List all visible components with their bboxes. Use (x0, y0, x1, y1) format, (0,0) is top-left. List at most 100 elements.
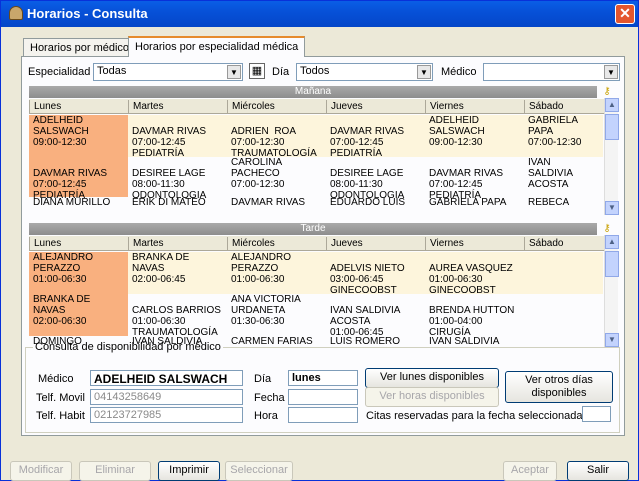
schedule-cell[interactable]: BRENDA HUTTON 01:00-04:00 CIRUGÍA (425, 294, 524, 338)
schedule-cell[interactable]: EDUARDO LUIS (326, 197, 425, 217)
fecha-field[interactable] (288, 389, 358, 405)
column-header-4[interactable]: Viernes (425, 100, 524, 113)
column-header-5[interactable]: Sábado (524, 237, 597, 250)
doctor-icon (9, 6, 23, 20)
schedule-cell[interactable] (524, 336, 597, 356)
column-header-2[interactable]: Miércoles (227, 237, 326, 250)
manana-band: Mañana (29, 86, 597, 98)
column-header-2[interactable]: Miércoles (227, 100, 326, 113)
schedule-cell[interactable]: DOMINGO (29, 336, 128, 356)
eliminar-button[interactable]: Eliminar (79, 461, 151, 481)
schedule-cell[interactable]: CARLOS BARRIOS 01:00-06:30 TRAUMATOLOGÍA (128, 294, 227, 338)
movil-label: Telf. Movil (36, 392, 85, 404)
fecha-label: Fecha (254, 392, 285, 404)
schedule-cell[interactable]: REBECA (524, 197, 597, 217)
habit-label: Telf. Habit (36, 410, 85, 422)
tab-horarios-por-medico[interactable]: Horarios por médico (23, 38, 137, 56)
schedule-cell[interactable]: LUIS ROMERO (326, 336, 425, 356)
schedule-cell[interactable]: DESIREE LAGE 08:00-11:30 ODONTOLOGIA (326, 157, 425, 201)
especialidad-label: Especialidad (28, 66, 91, 78)
schedule-cell[interactable]: GABRIELA PAPA (425, 197, 524, 217)
movil-field[interactable]: 04143258649 (90, 389, 243, 405)
schedule-cell[interactable]: ADELHEID SALSWACH 09:00-12:30 (29, 115, 128, 157)
dia-field[interactable]: lunes (288, 370, 358, 386)
column-header-0[interactable]: Lunes (29, 100, 128, 113)
column-header-3[interactable]: Jueves (326, 100, 425, 113)
schedule-cell[interactable]: ADELHEID SALSWACH 09:00-12:30 (425, 115, 524, 157)
schedule-cell[interactable]: DIANA MURILLO (29, 197, 128, 217)
chevron-down-icon[interactable]: ▼ (227, 65, 241, 79)
schedule-cell[interactable]: DAVMAR RIVAS 07:00-12:45 PEDIATRÍA (128, 115, 227, 159)
ver-otros-dias-button[interactable]: Ver otros días disponibles (505, 371, 613, 403)
schedule-cell[interactable]: CARMEN FARIAS (227, 336, 326, 356)
citas-field[interactable] (582, 406, 611, 422)
schedule-cell[interactable]: ALEJANDRO PERAZZO 01:00-06:30 (29, 252, 128, 294)
ver-lunes-button[interactable]: Ver lunes disponibles (365, 368, 499, 388)
schedule-cell[interactable] (524, 294, 597, 336)
scroll-thumb[interactable] (605, 114, 619, 140)
close-button[interactable]: ✕ (615, 4, 635, 24)
dia-value: Todos (300, 65, 330, 77)
column-header-1[interactable]: Martes (128, 100, 227, 113)
modificar-button[interactable]: Modificar (10, 461, 72, 481)
schedule-cell[interactable]: IVAN SALDIVIA (128, 336, 227, 356)
hora-label: Hora (254, 410, 278, 422)
tarde-band: Tarde (29, 223, 597, 235)
medico-field[interactable]: ADELHEID SALSWACH (90, 370, 243, 386)
schedule-cell[interactable]: AUREA VASQUEZ 01:00-06:30 GINECOOBST (425, 252, 524, 296)
schedule-cell[interactable]: ADELVIS NIETO 03:00-06:45 GINECOOBST (326, 252, 425, 296)
ver-otros-line1: Ver otros días (525, 374, 593, 386)
imprimir-button[interactable]: Imprimir (158, 461, 220, 481)
column-header-4[interactable]: Viernes (425, 237, 524, 250)
schedule-cell[interactable]: DAVMAR RIVAS 07:00-12:45 PEDIATRÍA (29, 157, 128, 201)
hora-field[interactable] (288, 407, 358, 423)
scroll-thumb[interactable] (605, 251, 619, 277)
key-icon[interactable]: ⚷ (600, 223, 614, 235)
especialidad-select[interactable]: Todas ▼ (93, 63, 243, 81)
schedule-cell[interactable]: DAVMAR RIVAS (227, 197, 326, 217)
chevron-down-icon[interactable]: ▼ (604, 65, 618, 79)
seleccionar-button[interactable]: Seleccionar (225, 461, 293, 481)
chevron-down-icon[interactable]: ▼ (417, 65, 431, 79)
column-header-0[interactable]: Lunes (29, 237, 128, 250)
dia-select[interactable]: Todos ▼ (296, 63, 433, 81)
schedule-cell[interactable]: ADRIEN ROA 07:00-12:30 TRAUMATOLOGÍA (227, 115, 326, 159)
schedule-cell[interactable]: IVAN SALDIVIA ACOSTA 01:00-06:45 (326, 294, 425, 338)
schedule-cell[interactable]: IVAN SALDIVIA ACOSTA (524, 157, 597, 197)
manana-scrollbar[interactable]: ▲ ▼ (604, 98, 619, 215)
grid-icon[interactable]: ▦ (249, 63, 265, 79)
habit-field[interactable]: 02123727985 (90, 407, 243, 423)
schedule-cell[interactable]: CAROLINA PACHECO 07:00-12:30 (227, 157, 326, 197)
column-header-1[interactable]: Martes (128, 237, 227, 250)
manana-header-row: Lunes Martes Miércoles Jueves Viernes Sábado (29, 99, 604, 114)
tab-horarios-por-especialidad[interactable]: Horarios por especialidad médica (128, 36, 306, 57)
schedule-cell[interactable]: DAVMAR RIVAS 07:00-12:45 PEDIATRÍA (425, 157, 524, 201)
scroll-up-icon[interactable]: ▲ (605, 98, 619, 112)
schedule-cell[interactable]: ANA VICTORIA URDANETA 01:30-06:30 (227, 294, 326, 336)
schedule-cell[interactable]: DESIREE LAGE 08:00-11:30 ODONTOLOGIA (128, 157, 227, 201)
aceptar-button[interactable]: Aceptar (503, 461, 557, 481)
ver-otros-line2: disponibles (531, 387, 587, 399)
schedule-cell[interactable]: IVAN SALDIVIA (425, 336, 524, 356)
column-header-3[interactable]: Jueves (326, 237, 425, 250)
citas-label: Citas reservadas para la fecha seleccion… (366, 410, 583, 422)
schedule-cell[interactable]: ERIK DI MATEO (128, 197, 227, 217)
window-title: Horarios - Consulta (27, 6, 148, 21)
scroll-down-icon[interactable]: ▼ (605, 201, 619, 215)
ver-horas-button[interactable]: Ver horas disponibles (365, 387, 499, 407)
medico-select[interactable]: ▼ (483, 63, 620, 81)
scroll-up-icon[interactable]: ▲ (605, 235, 619, 249)
scroll-down-icon[interactable]: ▼ (605, 333, 619, 347)
schedule-cell[interactable]: ALEJANDRO PERAZZO 01:00-06:30 (227, 252, 326, 294)
column-header-5[interactable]: Sábado (524, 100, 597, 113)
schedule-cell[interactable]: BRANKA DE NAVAS 02:00-06:45 (128, 252, 227, 294)
medico-filter-label: Médico (441, 66, 477, 78)
schedule-cell[interactable]: DAVMAR RIVAS 07:00-12:45 PEDIATRÍA (326, 115, 425, 159)
tarde-scrollbar[interactable]: ▲ ▼ (604, 235, 619, 347)
salir-button[interactable]: Salir (567, 461, 629, 481)
dia-filter-label: Día (272, 66, 290, 78)
schedule-cell[interactable]: BRANKA DE NAVAS 02:00-06:30 (29, 294, 128, 336)
schedule-cell[interactable]: GABRIELA PAPA 07:00-12:30 (524, 115, 597, 157)
key-icon[interactable]: ⚷ (600, 86, 614, 98)
schedule-cell[interactable] (524, 252, 597, 294)
